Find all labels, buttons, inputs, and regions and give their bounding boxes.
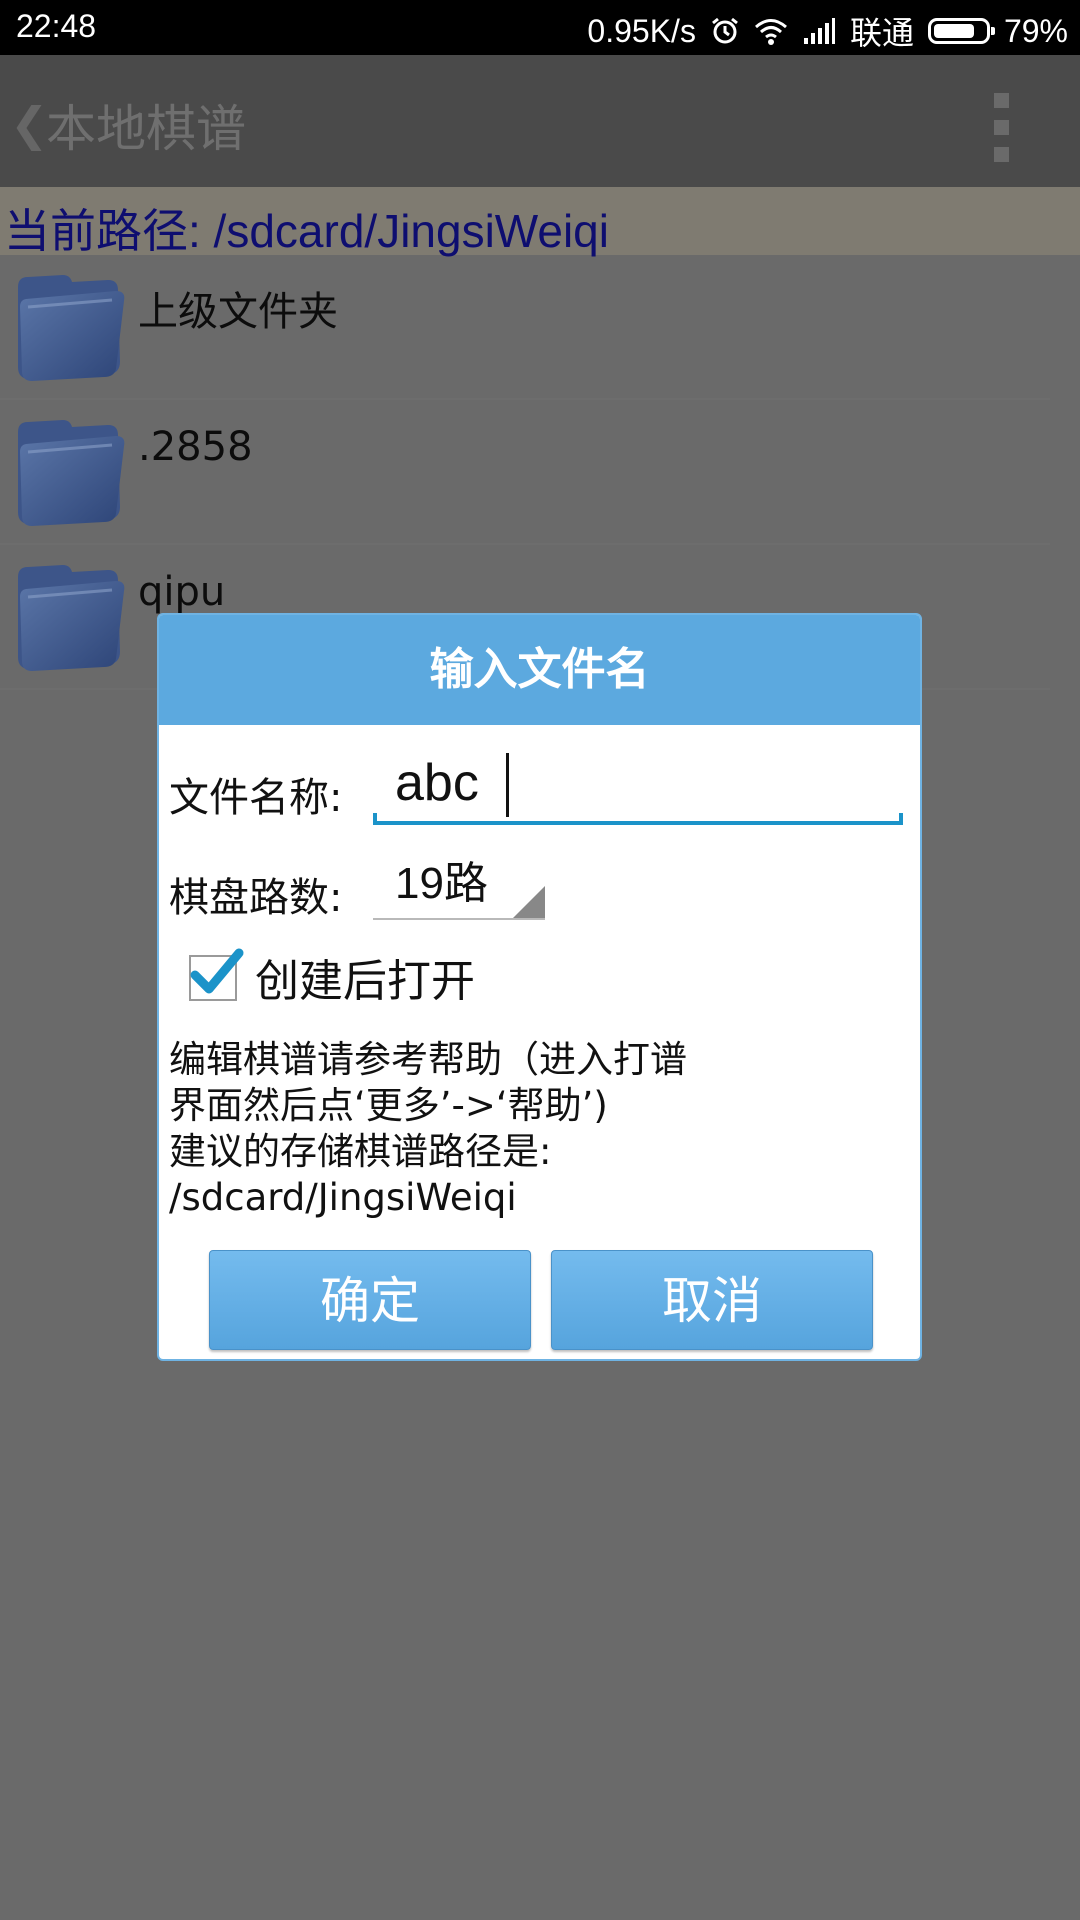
overflow-menu-icon[interactable]: [994, 93, 1010, 174]
page-title[interactable]: 本地棋谱: [46, 89, 246, 161]
board-size-label: 棋盘路数:: [169, 875, 343, 921]
board-size-value: 19路: [395, 859, 488, 908]
alarm-icon: [712, 17, 738, 44]
open-after-create-label[interactable]: 创建后打开: [255, 945, 475, 1009]
dropdown-arrow-icon: [513, 886, 545, 918]
list-item-folder[interactable]: .2858: [0, 400, 1050, 545]
list-item-label: 上级文件夹: [138, 289, 338, 335]
folder-icon: [18, 565, 125, 671]
board-size-select[interactable]: 19路: [373, 845, 545, 920]
text-caret: [506, 753, 509, 817]
current-path-bar: 当前路径: /sdcard/JingsiWeiqi: [0, 187, 1080, 257]
status-time: 22:48: [16, 8, 97, 44]
input-underline: [373, 813, 903, 825]
list-item-label: qipu: [138, 569, 226, 615]
signal-icon: [803, 18, 835, 44]
battery-percent: 79%: [1003, 12, 1068, 49]
carrier-name: 联通: [849, 15, 914, 51]
filename-input-value: abc: [395, 754, 479, 812]
list-item-parent-folder[interactable]: 上级文件夹: [0, 255, 1050, 400]
help-text: 编辑棋谱请参考帮助（进入打谱 界面然后点‘更多’->‘帮助’) 建议的存储棋谱路…: [169, 1038, 687, 1219]
dialog-title: 输入文件名: [159, 615, 920, 725]
back-icon[interactable]: ❮: [10, 97, 49, 151]
cancel-button[interactable]: 取消: [551, 1250, 873, 1350]
action-bar: ❮ 本地棋谱: [0, 55, 1080, 187]
filename-label: 文件名称:: [169, 775, 343, 821]
filename-input[interactable]: abc: [373, 745, 903, 825]
battery-fill: [933, 24, 974, 38]
net-speed: 0.95K/s: [587, 12, 696, 49]
open-after-create-checkbox[interactable]: [189, 948, 244, 1001]
folder-icon: [18, 275, 125, 381]
status-bar: 22:48 0.95K/s 联通 79%: [0, 0, 1080, 55]
folder-icon: [18, 420, 125, 526]
current-path-text: 当前路径: /sdcard/JingsiWeiqi: [4, 205, 609, 257]
list-item-label: .2858: [138, 424, 253, 470]
filename-dialog: 输入文件名 文件名称: abc 棋盘路数: 19路 创建后打开 编辑棋谱请参考帮…: [157, 613, 922, 1361]
battery-icon: [927, 18, 995, 44]
checkmark-icon: [190, 948, 244, 994]
ok-button[interactable]: 确定: [209, 1250, 531, 1350]
wifi-icon: [754, 19, 787, 45]
